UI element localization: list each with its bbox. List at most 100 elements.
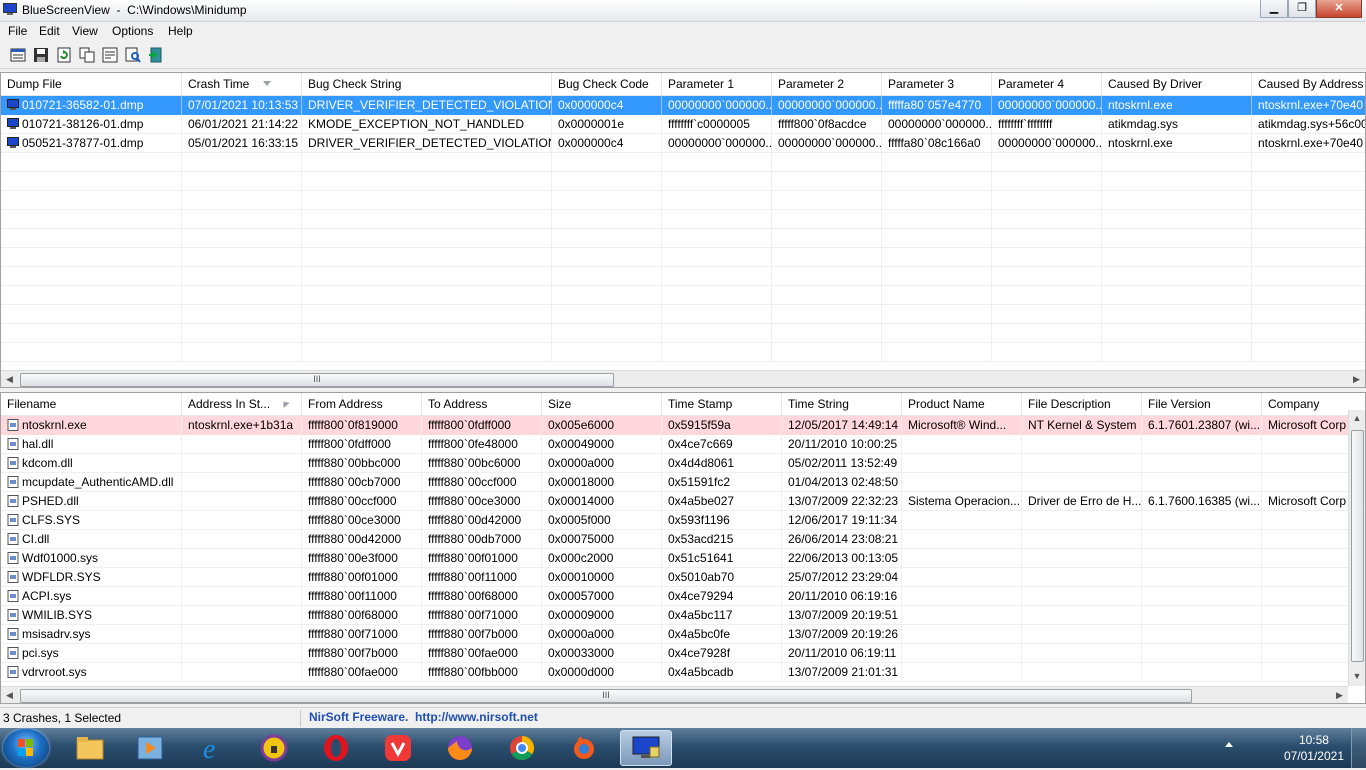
row-gridline <box>1 171 1365 172</box>
find-icon[interactable] <box>125 47 141 63</box>
column-time-stamp[interactable]: Time Stamp <box>662 393 782 415</box>
driver-row[interactable]: PSHED.dll fffff880`00ccf000 fffff880`00ce3… <box>1 492 1365 511</box>
driver-row[interactable]: hal.dll fffff800`0fdff000 fffff800`0fe4800… <box>1 435 1365 454</box>
show-hidden-icons-arrow[interactable] <box>1225 742 1233 747</box>
scroll-down-arrow[interactable]: ▼ <box>1349 668 1365 685</box>
driver-file-icon <box>7 666 19 678</box>
cell-file-version <box>1142 625 1262 644</box>
column-dump-file[interactable]: Dump File <box>1 73 182 95</box>
column-parameter-1[interactable]: Parameter 1 <box>662 73 772 95</box>
driver-row[interactable]: ACPI.sys fffff880`00f11000 fffff880`00f680… <box>1 587 1365 606</box>
close-button[interactable]: ✕ <box>1316 0 1362 18</box>
cell-parameter-1: 00000000`000000... <box>662 134 772 153</box>
taskbar-opera[interactable] <box>310 730 362 766</box>
driver-row[interactable]: mcupdate_AuthenticAMD.dll fffff880`00cb70… <box>1 473 1365 492</box>
driver-row[interactable]: vdrvroot.sys fffff880`00fae000 fffff880`00… <box>1 663 1365 682</box>
column-parameter-4[interactable]: Parameter 4 <box>992 73 1102 95</box>
menu-options[interactable]: Options <box>112 24 153 38</box>
scroll-up-arrow[interactable]: ▲ <box>1349 410 1365 427</box>
cell-time-stamp: 0x4a5bcadb <box>662 663 782 682</box>
column-caused-by-driver[interactable]: Caused By Driver <box>1102 73 1252 95</box>
driver-list-vscrollbar[interactable]: ▲ ▼ <box>1348 410 1365 686</box>
copy-icon[interactable] <box>79 47 95 63</box>
menu-edit[interactable]: Edit <box>39 24 60 38</box>
menu-file[interactable]: File <box>8 24 27 38</box>
show-desktop-button[interactable] <box>1351 728 1366 768</box>
taskbar-internet-explorer[interactable]: e <box>186 730 238 766</box>
menu-view[interactable]: View <box>72 24 98 38</box>
cell-filename: msisadrv.sys <box>1 625 182 644</box>
crash-list-hscroll-thumb[interactable]: III <box>20 373 614 387</box>
column-file-description[interactable]: File Description <box>1022 393 1142 415</box>
cell-file-version: 6.1.7601.23807 (wi... <box>1142 416 1262 435</box>
minimize-button[interactable]: ▁ <box>1260 0 1288 18</box>
cell-product-name-text: Microsoft® Wind... <box>908 418 1007 432</box>
taskbar-media-player[interactable] <box>124 730 176 766</box>
cell-time-string: 20/11/2010 06:19:11 <box>782 644 902 663</box>
column-to-address[interactable]: To Address <box>422 393 542 415</box>
cell-size-text: 0x00049000 <box>548 437 615 451</box>
exit-icon[interactable] <box>148 47 164 63</box>
scroll-left-arrow[interactable]: ◀ <box>1 371 18 387</box>
cell-size: 0x00049000 <box>542 435 662 454</box>
maximize-button[interactable]: ❐ <box>1288 0 1316 18</box>
crash-list-hscrollbar[interactable]: ◀ III ▶ <box>1 370 1365 387</box>
taskbar-firefox[interactable] <box>434 730 486 766</box>
driver-list-hscroll-thumb[interactable]: III <box>20 689 1192 703</box>
taskbar-firefox-nightly[interactable] <box>558 730 610 766</box>
cell-time-stamp: 0x5010ab70 <box>662 568 782 587</box>
column-parameter-2[interactable]: Parameter 2 <box>772 73 882 95</box>
cell-size-text: 0x0005f000 <box>548 513 611 527</box>
column-product-name[interactable]: Product Name <box>902 393 1022 415</box>
column-filename[interactable]: Filename <box>1 393 182 415</box>
refresh-icon[interactable] <box>56 47 72 63</box>
cell-file-description <box>1022 435 1142 454</box>
menu-help[interactable]: Help <box>168 24 193 38</box>
cell-to-address: fffff880`00db7000 <box>422 530 542 549</box>
column-bug-check-string[interactable]: Bug Check String <box>302 73 552 95</box>
properties-icon[interactable] <box>102 47 118 63</box>
column-crash-time[interactable]: Crash Time <box>182 73 302 95</box>
nirsoft-link[interactable]: NirSoft Freeware. http://www.nirsoft.net <box>309 710 538 724</box>
driver-row[interactable]: ntoskrnl.exe ntoskrnl.exe+1b31a fffff800`0… <box>1 416 1365 435</box>
cell-file-description <box>1022 663 1142 682</box>
save-icon[interactable] <box>33 47 49 63</box>
start-button[interactable] <box>3 729 49 767</box>
driver-row[interactable]: kdcom.dll fffff880`00bbc000 fffff880`00bc6… <box>1 454 1365 473</box>
crash-row[interactable]: 050521-37877-01.dmp 05/01/2021 16:33:15 DR… <box>1 134 1365 153</box>
driver-row[interactable]: CI.dll fffff880`00d42000 fffff880`00db7000… <box>1 530 1365 549</box>
scroll-right-arrow[interactable]: ▶ <box>1331 687 1348 703</box>
taskbar-clock[interactable]: 10:58 07/01/2021 <box>1284 732 1344 764</box>
column-parameter-3[interactable]: Parameter 3 <box>882 73 992 95</box>
driver-row[interactable]: WDFLDR.SYS fffff880`00f01000 fffff880`00f1… <box>1 568 1365 587</box>
html-report-icon[interactable] <box>10 47 26 63</box>
driver-row[interactable]: WMILIB.SYS fffff880`00f68000 fffff880`00f7… <box>1 606 1365 625</box>
cell-filename-text: WMILIB.SYS <box>22 608 93 622</box>
taskbar-file-explorer[interactable] <box>64 730 116 766</box>
crash-row[interactable]: 010721-36582-01.dmp 07/01/2021 10:13:53 DR… <box>1 96 1365 115</box>
driver-row[interactable]: Wdf01000.sys fffff880`00e3f000 fffff880`00… <box>1 549 1365 568</box>
cell-parameter-2: fffff800`0f8acdce <box>772 115 882 134</box>
column-size[interactable]: Size <box>542 393 662 415</box>
scroll-left-arrow[interactable]: ◀ <box>1 687 18 703</box>
driver-row[interactable]: pci.sys fffff880`00f7b000 fffff880`00fae00… <box>1 644 1365 663</box>
taskbar-vivaldi[interactable] <box>372 730 424 766</box>
cell-size: 0x00018000 <box>542 473 662 492</box>
scroll-right-arrow[interactable]: ▶ <box>1348 371 1365 387</box>
taskbar-bluescreenview[interactable] <box>620 730 672 766</box>
driver-file-icon <box>7 571 19 583</box>
column-time-string[interactable]: Time String <box>782 393 902 415</box>
driver-row[interactable]: msisadrv.sys fffff880`00f71000 fffff880`00… <box>1 625 1365 644</box>
crash-row[interactable]: 010721-38126-01.dmp 06/01/2021 21:14:22 KM… <box>1 115 1365 134</box>
column-caused-by-address[interactable]: Caused By Address <box>1252 73 1365 95</box>
taskbar-chrome[interactable] <box>496 730 548 766</box>
taskbar-tor-browser[interactable] <box>248 730 300 766</box>
driver-list-hscrollbar[interactable]: ◀ III ▶ <box>1 686 1348 703</box>
driver-list-vscroll-thumb[interactable] <box>1351 430 1364 662</box>
cell-file-version: 6.1.7600.16385 (wi... <box>1142 492 1262 511</box>
driver-row[interactable]: CLFS.SYS fffff880`00ce3000 fffff880`00d420… <box>1 511 1365 530</box>
column-file-version[interactable]: File Version <box>1142 393 1262 415</box>
cell-address-in-stack <box>182 435 302 454</box>
column-from-address[interactable]: From Address <box>302 393 422 415</box>
column-bug-check-code[interactable]: Bug Check Code <box>552 73 662 95</box>
